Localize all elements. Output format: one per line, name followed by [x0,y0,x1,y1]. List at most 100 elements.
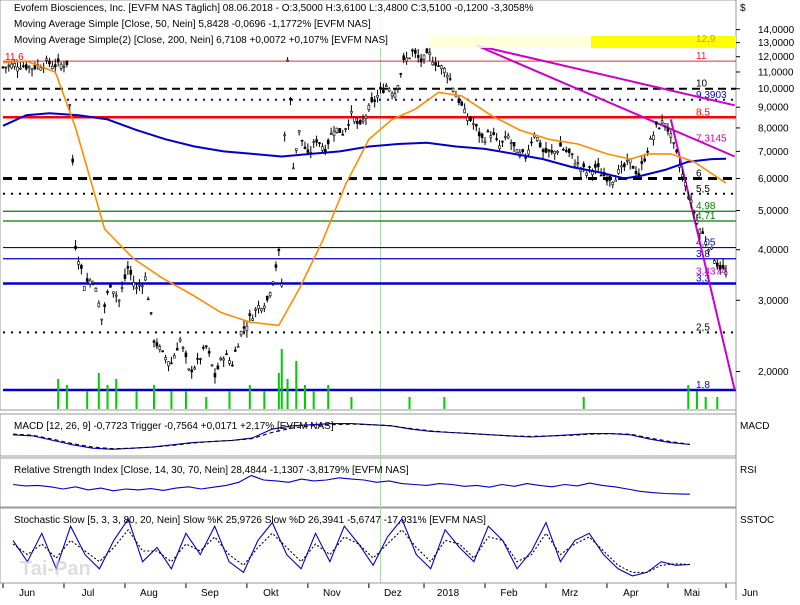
candle-body [588,166,591,168]
candle-body [608,175,612,181]
candle-body [419,58,423,63]
candle-body [254,308,257,311]
volume-bar [97,373,100,409]
x-tick-label: Dez [384,588,402,599]
level-label-10: 10 [696,79,708,90]
candle-body [158,346,162,350]
x-tick-label: 2018 [437,588,460,599]
volume-bar [86,391,89,409]
volume-bar [115,379,118,409]
candle-body [222,358,225,361]
watermark-logo: Tai-Pan [20,558,91,580]
x-tick-label: Aug [140,588,158,599]
candle-body [469,116,472,121]
candle-body [376,95,379,98]
candle-body [321,146,324,151]
y-tick-label: 6,0000 [758,174,789,185]
candle-body [353,117,356,123]
candle-body [692,211,696,214]
candle-body [83,286,86,291]
candle-body [332,130,336,136]
candle-body [675,149,678,153]
candle-body [620,165,623,168]
candle-body [713,260,716,264]
candle-body [547,149,551,152]
volume-bar [263,391,266,409]
level-label-2,5: 2,5 [696,322,710,333]
volume-bar [327,385,330,409]
candle-body [204,345,208,348]
candle-body [681,174,684,178]
x-tick-label: Jun [19,588,35,599]
candle-body [22,65,25,67]
candle-body [138,285,141,287]
candle-body [390,92,394,97]
candle-body [495,138,498,140]
y-tick-label: 11,0000 [758,67,794,78]
candle-body [382,89,385,94]
candle-body [515,149,519,153]
candle-body [695,219,699,224]
candle-body [236,346,240,348]
rsi-label: RSI [740,465,757,476]
candle-body [233,349,237,352]
candle-body [335,127,339,133]
candle-body [509,142,513,144]
candle-body [646,151,649,153]
candle-body [689,199,693,204]
candle-body [640,161,644,164]
candle-body [492,132,496,135]
candle-body [585,172,588,176]
candle-body [512,141,516,147]
y-tick-label: 8,0000 [758,123,789,134]
x-tick-label: Jul [82,588,95,599]
candle-body [594,164,597,168]
x-tick-label: Mrz [562,588,579,599]
candle-body [379,86,382,90]
volume-bar [303,385,306,409]
y-tick-label: 5,0000 [758,206,789,217]
candle-body [114,294,118,297]
y-tick-label: 13,0000 [758,38,795,49]
chart-title: Evofem Biosciences, Inc. [EVFM NAS Tägli… [14,3,534,14]
candle-body [718,265,722,270]
candle-body [657,127,661,130]
candle-body [425,48,429,54]
candle-body [567,148,571,153]
candle-body [570,153,574,155]
candle-body [239,330,243,336]
candle-body [721,264,725,269]
candle-body [448,78,452,80]
candle-body [196,357,199,360]
candle-body [109,283,112,288]
level-label-4,71: 4,71 [696,211,716,222]
candle-body [724,271,728,275]
candle-body [294,148,298,151]
chart-window: $2,0000 3,0000 4,0000 5,0000 6,0000 7,0000 8,0… [0,0,800,600]
candle-body [161,350,164,353]
candle-body [486,130,490,133]
volume-bar [228,391,231,409]
candle-body [631,165,635,169]
volume-bar [582,397,585,409]
candle-body [344,128,347,130]
y-tick-label: 3,0000 [758,296,789,307]
candle-body [565,149,568,152]
volume-bar [704,397,707,409]
candle-body [506,135,510,139]
candle-body [126,266,130,269]
candle-body [460,101,464,106]
volume-bar [65,385,68,409]
chart-canvas[interactable]: $2,0000 3,0000 4,0000 5,0000 6,0000 7,0000 8,0… [0,0,800,600]
candle-body [245,325,249,331]
candle-body [663,122,667,127]
candle-body [550,150,554,153]
candle-body [315,139,318,143]
candle-body [521,149,525,153]
candle-body [33,64,37,69]
candle-body [672,141,676,144]
candle-body [74,245,77,250]
x-tick-label: Sep [201,588,219,599]
candle-body [265,295,269,301]
volume-bar [184,391,187,409]
